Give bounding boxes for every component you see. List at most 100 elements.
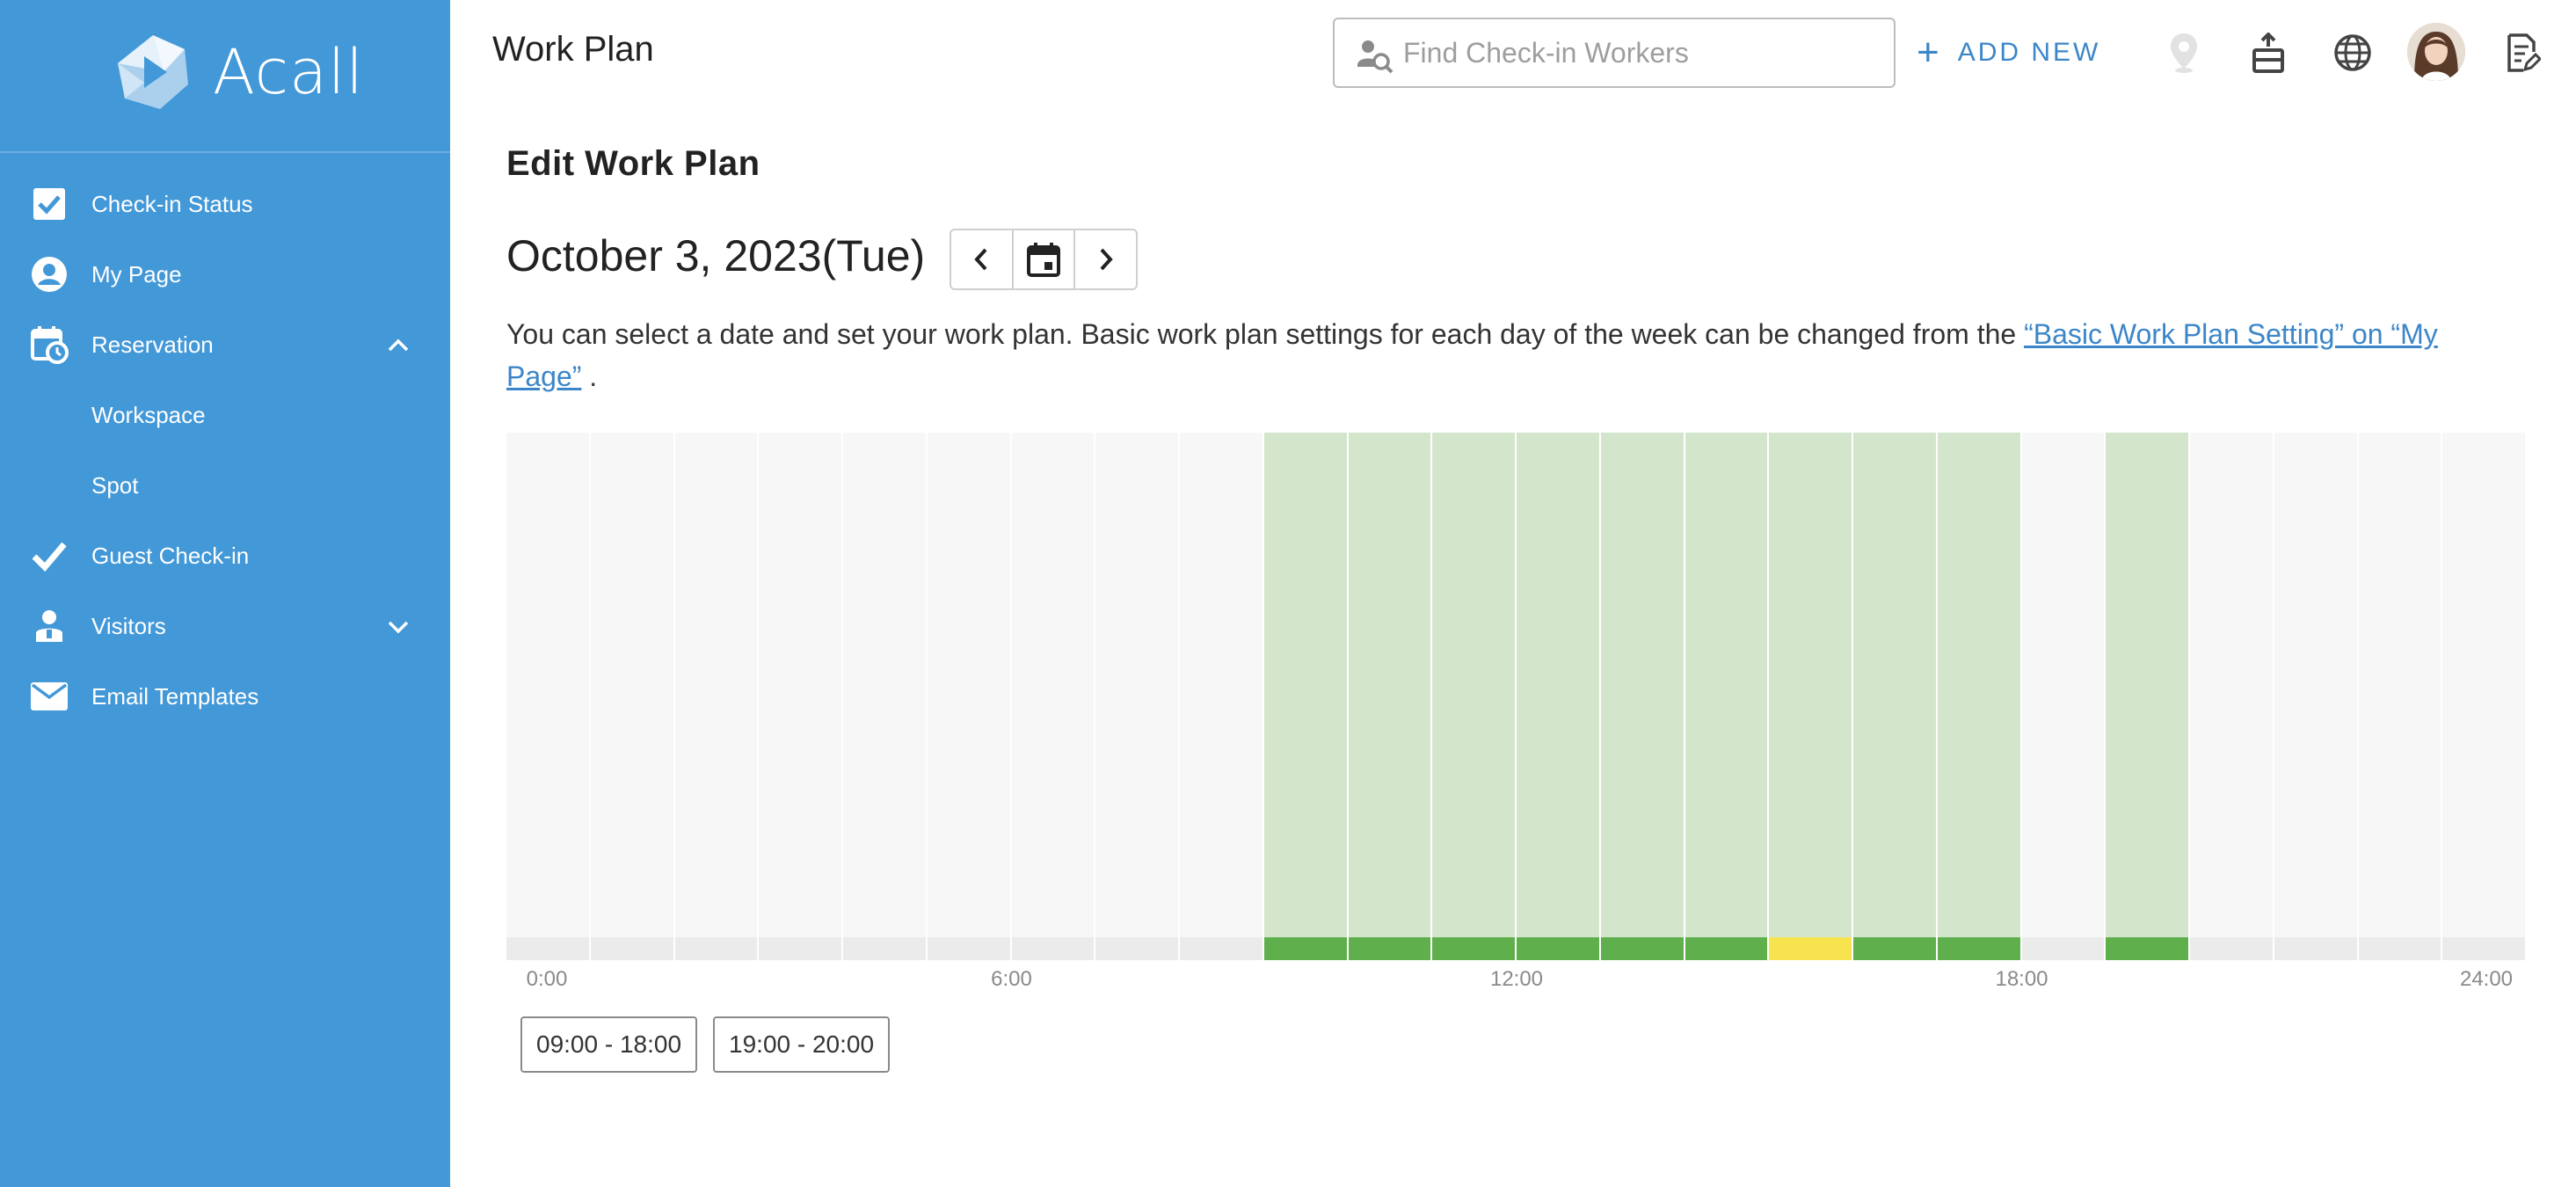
inbox-tray-icon[interactable] (2245, 30, 2291, 76)
search-input[interactable] (1403, 32, 1878, 74)
edit-document-icon[interactable] (2500, 30, 2546, 76)
timeline-slot[interactable] (1769, 433, 1852, 960)
timeline-slot[interactable] (2442, 433, 2525, 960)
timeline-slot[interactable] (1095, 433, 1178, 960)
timeline-slot[interactable] (843, 433, 926, 960)
calendar-clock-icon (30, 325, 69, 364)
timeline-slot[interactable] (2358, 433, 2441, 960)
timeline-slot-plan (1600, 433, 1684, 937)
sidebar-divider (0, 151, 450, 153)
chevron-down-icon[interactable] (385, 614, 411, 640)
next-day-button[interactable] (1073, 230, 1136, 288)
timeline-slot-status (2358, 937, 2441, 960)
timeline-slot[interactable] (1853, 433, 1936, 960)
timeline-slot-status (1517, 937, 1599, 960)
calendar-picker-button[interactable] (1011, 230, 1074, 288)
timeline-slot-plan (2274, 433, 2357, 937)
timeline-slot-status (1685, 937, 1768, 960)
checkmark-icon (30, 536, 69, 575)
timeline-slot-status (1432, 937, 1515, 960)
timeline-slot-status (1769, 937, 1852, 960)
time-range-chip[interactable]: 19:00 - 20:00 (713, 1016, 891, 1073)
timeline-slot-plan (1348, 433, 1431, 937)
description-suffix: . (581, 360, 598, 392)
plus-icon: + (1917, 31, 1942, 74)
timeline-slot-plan (2358, 433, 2441, 937)
timeline-slot-plan (506, 433, 589, 937)
timeline-slot-status (1180, 937, 1263, 960)
timeline-tick-label: 12:00 (1489, 967, 1544, 991)
timeline-slot[interactable] (1600, 433, 1684, 960)
app-logo[interactable]: Acall (113, 30, 364, 114)
timeline-slot[interactable] (1348, 433, 1431, 960)
timeline-tick-label: 6:00 (991, 967, 1032, 991)
work-plan-description: You can select a date and set your work … (506, 313, 2493, 397)
timeline-slot[interactable] (590, 433, 673, 960)
timeline-slot-plan (843, 433, 926, 937)
timeline-slot-status (2021, 937, 2105, 960)
timeline-slot-plan (927, 433, 1010, 937)
timeline-tick-label: 18:00 (1995, 967, 2048, 991)
timeline-slot-plan (2190, 433, 2273, 937)
globe-icon[interactable] (2330, 30, 2376, 76)
timeline-slot[interactable] (927, 433, 1010, 960)
search-user-icon (1357, 40, 1394, 74)
sidebar-item-email-templates[interactable]: Email Templates (0, 661, 450, 732)
timeline-slot-plan (2021, 433, 2105, 937)
search-box (1333, 18, 1896, 88)
timeline-slot[interactable] (1180, 433, 1263, 960)
previous-day-button[interactable] (951, 230, 1012, 288)
timeline-slot[interactable] (2190, 433, 2273, 960)
timeline-slot[interactable] (1517, 433, 1599, 960)
location-pin-icon[interactable] (2161, 30, 2207, 76)
timeline-slot[interactable] (1937, 433, 2020, 960)
sidebar-item-visitors[interactable]: Visitors (0, 591, 450, 661)
timeline-slot[interactable] (1263, 433, 1347, 960)
timeline-slot[interactable] (1432, 433, 1515, 960)
description-text: You can select a date and set your work … (506, 318, 2025, 350)
timeline-slot-plan (1095, 433, 1178, 937)
date-navigator (950, 229, 1138, 290)
timeline-slot-status (674, 937, 758, 960)
avatar[interactable] (2407, 23, 2465, 81)
timeline-slot[interactable] (1685, 433, 1768, 960)
timeline-slot-plan (590, 433, 673, 937)
chevron-right-icon (1100, 248, 1113, 271)
sidebar-item-my-page[interactable]: My Page (0, 239, 450, 309)
timeline-tick-label: 24:00 (2459, 967, 2514, 991)
sidebar: Acall Check-in Status My Page Reservatio… (0, 0, 450, 1187)
add-new-button[interactable]: + ADD NEW (1917, 30, 2100, 76)
timeline-slot-status (1263, 937, 1347, 960)
timeline-slot-plan (1517, 433, 1599, 937)
sidebar-item-reservation[interactable]: Reservation (0, 309, 450, 380)
sidebar-item-spot[interactable]: Spot (0, 450, 450, 521)
sidebar-item-check-in-status[interactable]: Check-in Status (0, 169, 450, 239)
timeline-slot[interactable] (2106, 433, 2188, 960)
sidebar-item-label: Workspace (91, 401, 206, 428)
checkbox-icon (30, 185, 69, 223)
timeline-tick-label: 0:00 (526, 967, 568, 991)
timeline-slot[interactable] (1011, 433, 1095, 960)
timeline-slot-status (2106, 937, 2188, 960)
timeline-slot[interactable] (2274, 433, 2357, 960)
sidebar-item-guest-check-in[interactable]: Guest Check-in (0, 521, 450, 591)
timeline-slot-status (1937, 937, 2020, 960)
calendar-icon (1027, 243, 1060, 277)
chevron-up-icon[interactable] (385, 332, 411, 359)
timeline-slot-plan (1685, 433, 1768, 937)
sidebar-item-workspace[interactable]: Workspace (0, 380, 450, 450)
timeline-slot-status (843, 937, 926, 960)
timeline-slot-plan (1937, 433, 2020, 937)
timeline-slot[interactable] (759, 433, 841, 960)
timeline-slot[interactable] (2021, 433, 2105, 960)
timeline-slot-plan (1769, 433, 1852, 937)
envelope-icon (30, 677, 69, 716)
timeline-slot-status (1095, 937, 1178, 960)
timeline-slot-plan (1432, 433, 1515, 937)
user-circle-icon (30, 255, 69, 294)
timeline-slot-plan (1853, 433, 1936, 937)
timeline-slot-status (1348, 937, 1431, 960)
time-range-chip[interactable]: 09:00 - 18:00 (520, 1016, 698, 1073)
timeline-slot[interactable] (674, 433, 758, 960)
timeline-slot[interactable] (506, 433, 589, 960)
